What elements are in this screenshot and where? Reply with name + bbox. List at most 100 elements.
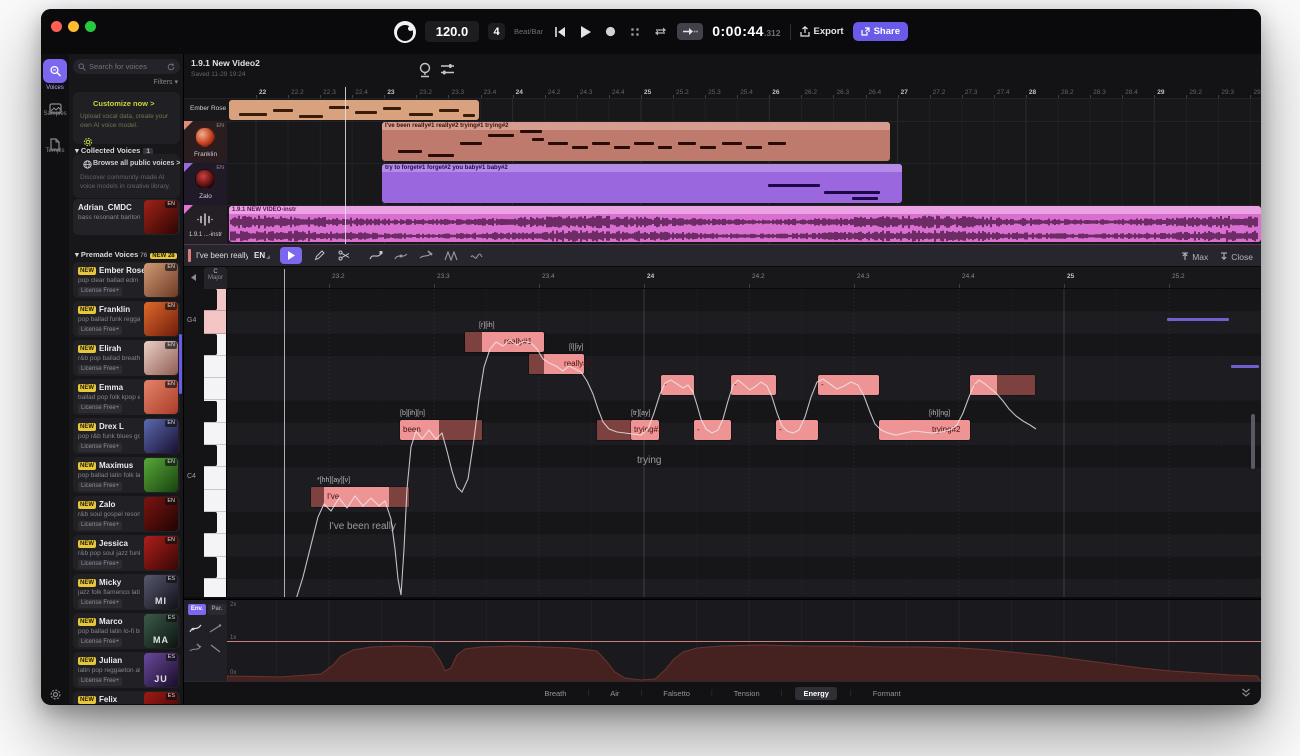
voice-card[interactable]: NEWEmber Rosepop clear ballad edm hLicen…: [73, 262, 180, 298]
minimize-window-button[interactable]: [68, 21, 79, 32]
voice-card[interactable]: NEWEmmaballad pop folk kpop eLicense Fre…: [73, 379, 180, 415]
clip[interactable]: 1.9.1 NEW VIDEO-instr: [229, 206, 1261, 242]
white-key[interactable]: [204, 467, 227, 489]
library-scrollbar[interactable]: [179, 334, 182, 394]
avatar[interactable]: [195, 169, 215, 189]
parameter-graph[interactable]: 2x 1x 0x: [227, 599, 1261, 681]
voice-card[interactable]: NEWMaximuspop ballad latin folk latLicen…: [73, 457, 180, 493]
black-key[interactable]: [204, 557, 227, 579]
anchor-curve-tool[interactable]: [188, 642, 202, 654]
settings-gear-icon[interactable]: [43, 682, 67, 705]
white-key[interactable]: [204, 378, 227, 400]
param-tab-falsetto[interactable]: Falsetto: [655, 687, 698, 700]
voice-card[interactable]: NEWElirahr&b pop ballad breathyLicense F…: [73, 340, 180, 376]
note[interactable]: trying#2: [879, 420, 970, 440]
black-key[interactable]: [204, 334, 227, 356]
white-key[interactable]: [204, 356, 227, 378]
note[interactable]: [597, 420, 631, 440]
white-key[interactable]: [204, 579, 227, 597]
track-header-franklin[interactable]: EN Franklin: [184, 121, 227, 163]
editor-scrollbar[interactable]: [1251, 414, 1255, 469]
voice-card[interactable]: NEWDrex Lpop r&b funk blues goLicense Fr…: [73, 418, 180, 454]
pitch-anchor-tool[interactable]: [393, 249, 409, 263]
scale-display[interactable]: C Major: [204, 267, 227, 289]
voice-card[interactable]: NEWMarcopop ballad latin lo-fi brLicense…: [73, 613, 180, 649]
param-tab-air[interactable]: Air: [602, 687, 627, 700]
white-key[interactable]: [204, 311, 227, 333]
skip-back-button[interactable]: [552, 25, 568, 39]
pencil-tool[interactable]: [311, 249, 327, 263]
beats-per-bar-value[interactable]: 4: [488, 23, 505, 40]
param-tab-tension[interactable]: Tension: [726, 687, 768, 700]
clip[interactable]: I've been really#1 really#2 trying#1 try…: [382, 122, 890, 161]
note[interactable]: really#1: [465, 332, 544, 352]
export-button[interactable]: Export: [800, 26, 844, 37]
track-header-ember-rose[interactable]: Ember Rose: [184, 99, 227, 121]
black-key[interactable]: [204, 401, 227, 423]
piano-roll-ruler[interactable]: 23.223.323.42424.224.324.42525.2: [227, 267, 1261, 289]
note[interactable]: -: [694, 420, 731, 440]
record-button[interactable]: [602, 25, 618, 39]
mixer-icon[interactable]: [440, 63, 455, 76]
black-key[interactable]: [204, 445, 227, 467]
vibrato-tool[interactable]: [443, 249, 459, 263]
collapse-panel-icon[interactable]: [1241, 687, 1251, 698]
piano-keyboard[interactable]: [204, 289, 227, 597]
note[interactable]: really#2: [529, 354, 584, 374]
collapse-left-icon[interactable]: [189, 273, 198, 282]
note[interactable]: -: [818, 375, 879, 395]
voice-card[interactable]: NEWJulianlatin pop reggaeton afrLicense …: [73, 652, 180, 688]
tab-parameters[interactable]: Par.: [208, 604, 226, 615]
segment-play-button[interactable]: [280, 247, 302, 264]
pitch-erase-tool[interactable]: [418, 249, 434, 263]
metronome-grid-icon[interactable]: [627, 25, 643, 39]
param-tab-breath[interactable]: Breath: [536, 687, 574, 700]
track-header-zalo[interactable]: EN Zalo: [184, 163, 227, 205]
piano-roll[interactable]: 23.223.323.42424.224.324.42525.2 I've*[h…: [227, 267, 1261, 597]
playhead[interactable]: [345, 87, 346, 244]
note[interactable]: I've: [311, 487, 409, 507]
voice-card[interactable]: NEWZalor&b soul gospel resonaLicense Fre…: [73, 496, 180, 532]
tuner-icon[interactable]: [418, 62, 432, 78]
black-key[interactable]: [204, 289, 227, 311]
slope-tool[interactable]: [208, 642, 222, 654]
avatar[interactable]: [195, 127, 215, 147]
clip[interactable]: try to forget#1 forget#2 you baby#1 baby…: [382, 164, 902, 203]
scissors-tool[interactable]: [336, 249, 352, 263]
voice-card[interactable]: NEWMickyjazz folk flamenco latinLicense …: [73, 574, 180, 610]
auto-scroll-toggle[interactable]: [677, 23, 703, 40]
share-button[interactable]: Share: [853, 22, 908, 41]
note[interactable]: -: [731, 375, 776, 395]
clip[interactable]: [229, 100, 479, 120]
note[interactable]: been: [400, 420, 482, 440]
note[interactable]: -: [970, 375, 1035, 395]
tab-envelope[interactable]: Env.: [188, 604, 206, 615]
param-tab-formant[interactable]: Formant: [865, 687, 909, 700]
note[interactable]: trying#1: [631, 420, 659, 440]
close-editor-button[interactable]: Close: [1220, 252, 1253, 262]
note[interactable]: -: [776, 420, 818, 440]
loop-button[interactable]: [652, 25, 668, 39]
param-tab-energy[interactable]: Energy: [795, 687, 836, 700]
collected-voice-card[interactable]: Adrian_CMDCbass resonant baritoneEN: [73, 199, 180, 235]
pitch-curve-tool[interactable]: [368, 249, 384, 263]
voice-card[interactable]: NEWFelixLicense Free+ES: [73, 691, 180, 704]
close-window-button[interactable]: [51, 21, 62, 32]
voice-card[interactable]: NEWJessicar&b pop soul jazz funkLicense …: [73, 535, 180, 571]
line-tool[interactable]: [208, 622, 222, 634]
sidebar-item-voices[interactable]: [43, 59, 67, 83]
white-key[interactable]: [204, 423, 227, 445]
language-dropdown[interactable]: EN: [254, 251, 270, 260]
note[interactable]: -: [661, 375, 694, 395]
black-key[interactable]: [204, 512, 227, 534]
smooth-tool[interactable]: [468, 249, 484, 263]
white-key[interactable]: [204, 490, 227, 512]
track-header-instrumental[interactable]: 1.9.1 ...-instr: [184, 205, 227, 244]
voice-card[interactable]: NEWFranklinpop ballad funk reggaLicense …: [73, 301, 180, 337]
zoom-window-button[interactable]: [85, 21, 96, 32]
white-key[interactable]: [204, 534, 227, 556]
maximize-editor-button[interactable]: Max: [1181, 252, 1208, 262]
play-button[interactable]: [577, 25, 593, 39]
bpm-value[interactable]: 120.0: [425, 21, 479, 42]
project-title[interactable]: 1.9.1 New Video2: [191, 58, 260, 68]
